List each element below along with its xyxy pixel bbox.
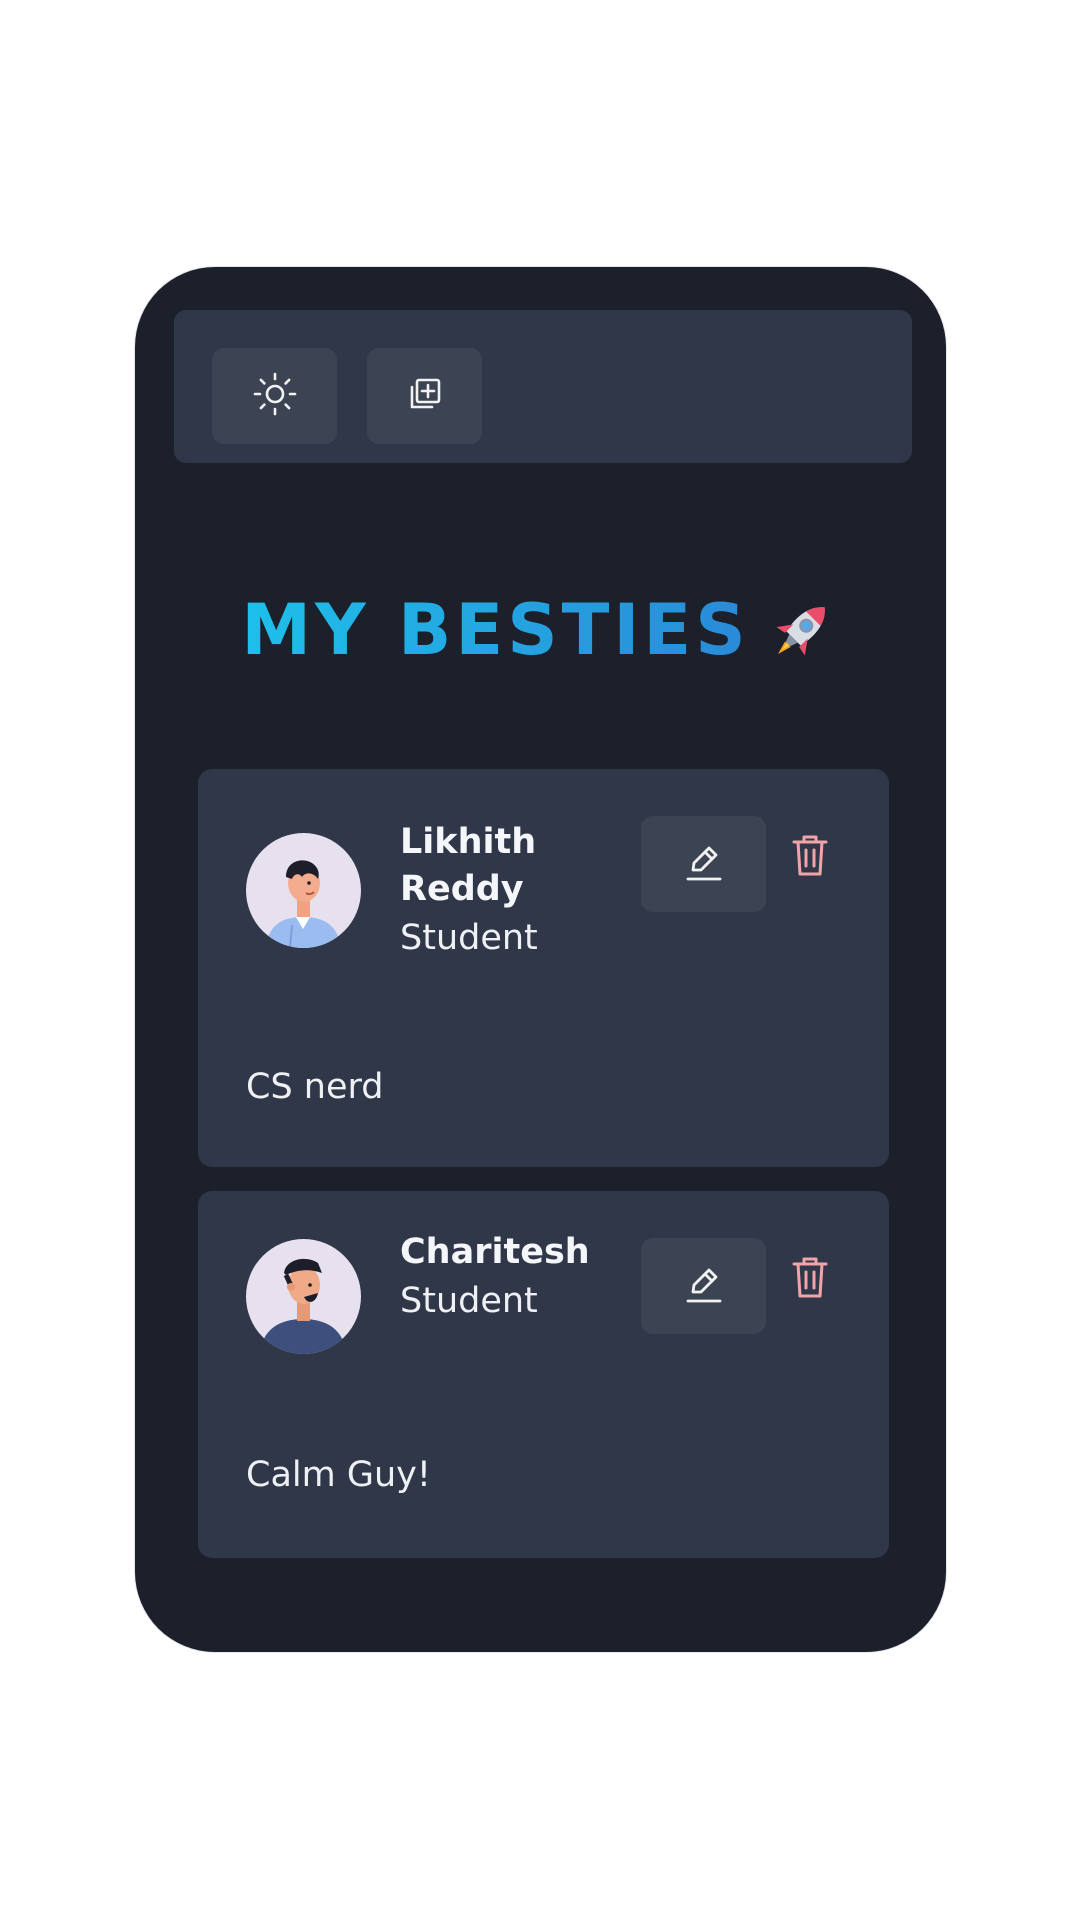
delete-button[interactable]: [785, 1253, 835, 1305]
trash-icon: [791, 1255, 829, 1303]
man-cap-avatar-icon: [246, 1239, 361, 1354]
trash-icon: [791, 833, 829, 881]
friend-description: CS nerd: [246, 1067, 384, 1107]
toolbar: [174, 310, 912, 463]
friend-card: Charitesh Student Calm Guy!: [198, 1191, 889, 1558]
friend-name: Likhith Reddy: [400, 822, 537, 909]
sun-icon: [253, 372, 297, 420]
friend-info: Charitesh Student: [400, 1229, 600, 1326]
theme-toggle-button[interactable]: [212, 348, 337, 444]
friend-info: Likhith Reddy Student: [400, 819, 600, 963]
page-title: MY BESTIES: [135, 575, 946, 685]
friend-role: Student: [400, 1281, 538, 1321]
edit-button[interactable]: [641, 1238, 766, 1334]
friend-role: Student: [400, 918, 538, 958]
add-friend-button[interactable]: [367, 348, 482, 444]
friend-card: Likhith Reddy Student CS nerd: [198, 769, 889, 1167]
man-avatar-icon: [246, 833, 361, 948]
pencil-icon: [685, 1264, 723, 1308]
pencil-icon: [685, 842, 723, 886]
friend-description: Calm Guy!: [246, 1455, 431, 1495]
page-title-text: MY BESTIES: [241, 589, 750, 671]
rocket-icon: [764, 592, 840, 668]
edit-button[interactable]: [641, 816, 766, 912]
delete-button[interactable]: [785, 831, 835, 883]
friend-name: Charitesh: [400, 1232, 590, 1272]
app-frame: MY BESTIES Likhith Reddy Student CS nerd…: [135, 267, 946, 1652]
add-copy-icon: [407, 376, 443, 416]
